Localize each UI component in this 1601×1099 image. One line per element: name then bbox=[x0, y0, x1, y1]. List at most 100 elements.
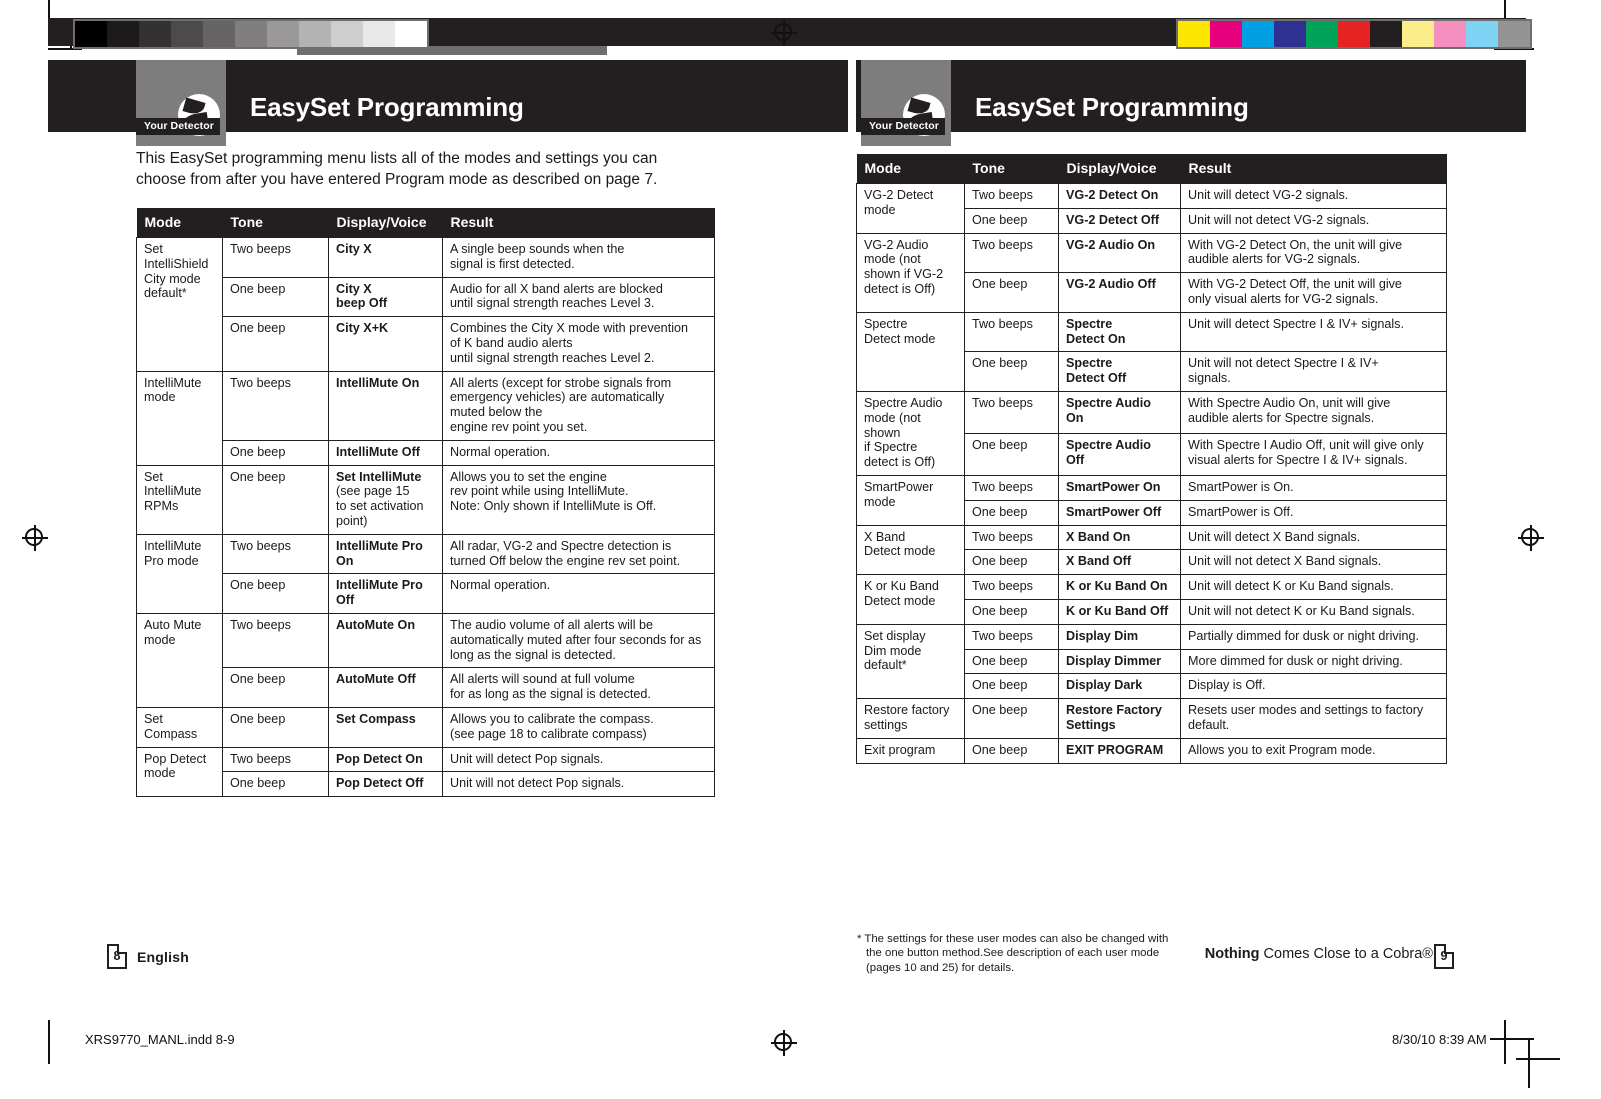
cell-display-voice: SmartPower Off bbox=[1058, 499, 1181, 526]
cell-tone: One beep bbox=[964, 598, 1059, 625]
table-row: VG-2 Detect mode Two beeps VG-2 Detect On Un… bbox=[856, 183, 1447, 234]
table-row: One beep IntelliMute Pro Off Normal operati… bbox=[137, 573, 715, 614]
cell-mode: IntelliMute mode bbox=[136, 370, 223, 466]
cell-mode: Pop Detect mode bbox=[136, 746, 223, 798]
cell-tone: One beep bbox=[222, 439, 329, 466]
cell-result: All alerts (except for strobe signals fr… bbox=[442, 370, 715, 441]
cell-tone: Two beeps bbox=[964, 232, 1059, 274]
cell-result: Unit will not detect Spectre I & IV+ sign… bbox=[1180, 351, 1447, 392]
calibration-swatch bbox=[1466, 21, 1498, 47]
table-row: One beep City X+K Combines the City X mode… bbox=[137, 316, 715, 372]
cell-tone: Two beeps bbox=[964, 183, 1059, 209]
table-row: Restore factory settings One beep Restore F… bbox=[856, 698, 1447, 739]
calibration-swatch bbox=[1402, 21, 1434, 47]
col-header-mode: Mode bbox=[136, 208, 223, 238]
tagline-rest: Comes Close to a Cobra® bbox=[1259, 946, 1433, 962]
registration-target-left bbox=[22, 525, 48, 551]
cell-mode: K or Ku Band Detect mode bbox=[856, 574, 965, 625]
cell-mode: Auto Mute mode bbox=[136, 612, 223, 708]
table-header-left: Mode Tone Display/Voice Result bbox=[136, 208, 715, 238]
cell-result: With Spectre Audio On, unit will give aud… bbox=[1180, 390, 1447, 434]
table-header-right: Mode Tone Display/Voice Result bbox=[856, 154, 1447, 184]
cell-display-voice: Pop Detect On bbox=[328, 746, 443, 773]
cell-display-voice: VG-2 Detect Off bbox=[1058, 207, 1181, 234]
cell-display-voice: IntelliMute Pro Off bbox=[328, 573, 443, 614]
footnote-line-3: (pages 10 and 25) for details. bbox=[866, 961, 1015, 974]
calibration-swatch bbox=[1370, 21, 1402, 47]
table-row: One beep Pop Detect Off Unit will not dete… bbox=[137, 771, 715, 798]
cell-mode: Spectre Audio mode (not shown if Spectre det… bbox=[856, 390, 965, 476]
cell-display-voice: K or Ku Band Off bbox=[1058, 598, 1181, 625]
table-row: Spectre Audio mode (not shown if Spectre det… bbox=[856, 390, 1447, 476]
cell-display-voice: IntelliMute Off bbox=[328, 439, 443, 466]
left-page-intro-paragraph: This EasySet programming menu lists all … bbox=[136, 150, 658, 188]
calibration-swatch bbox=[1338, 21, 1370, 47]
language-label: English bbox=[137, 948, 189, 965]
cell-display-voice: VG-2 Detect On bbox=[1058, 183, 1181, 209]
footnote-line-1: * The settings for these user modes can … bbox=[857, 933, 1169, 945]
cell-tone: Two beeps bbox=[222, 612, 329, 669]
cell-tone: Two beeps bbox=[964, 390, 1059, 434]
table-row: Set display Dim mode default* Two beeps Disp… bbox=[856, 623, 1447, 700]
cell-result: Unit will detect VG-2 signals. bbox=[1180, 183, 1447, 209]
cell-display-voice: X Band Off bbox=[1058, 549, 1181, 576]
cell-result: The audio volume of all alerts will be au… bbox=[442, 612, 715, 669]
calibration-swatch bbox=[1434, 21, 1466, 47]
crop-mark-bottom-left bbox=[48, 1020, 50, 1064]
cell-result: Audio for all X band alerts are blocked u… bbox=[442, 276, 715, 318]
cell-tone: Two beeps bbox=[964, 574, 1059, 600]
cell-tone: Two beeps bbox=[964, 524, 1059, 551]
calibration-swatch bbox=[107, 21, 139, 47]
table-row: One beep AutoMute Off All alerts will soun… bbox=[137, 667, 715, 708]
cell-tone: One beep bbox=[222, 464, 329, 535]
table-row: K or Ku Band Detect mode Two beeps K or Ku … bbox=[856, 574, 1447, 625]
right-page-footer: 9 bbox=[1434, 944, 1454, 969]
cell-tone: One beep bbox=[222, 573, 329, 614]
cell-tone: One beep bbox=[964, 351, 1059, 392]
print-timestamp-slug: 8/30/10 8:39 AM bbox=[1392, 1032, 1487, 1047]
page-number-badge: 8 bbox=[107, 944, 127, 969]
cell-result: SmartPower is On. bbox=[1180, 474, 1447, 501]
cell-mode: IntelliMute Pro mode bbox=[136, 533, 223, 614]
cell-result: More dimmed for dusk or night driving. bbox=[1180, 648, 1447, 675]
cell-display-note: (see page 15 to set activation point) bbox=[336, 484, 424, 528]
cell-display-voice: City X bbox=[328, 237, 443, 278]
cell-tone: One beep bbox=[964, 207, 1059, 234]
left-page-title: EasySet Programming bbox=[250, 92, 524, 122]
cell-mode: Exit program bbox=[856, 737, 965, 764]
table-row: One beep City Xbeep Off Audio for all X ba… bbox=[137, 276, 715, 318]
cell-display-voice: Display Dim bbox=[1058, 623, 1181, 650]
cell-mode: Set Compass bbox=[136, 706, 223, 748]
cell-mode: VG-2 Detect mode bbox=[856, 183, 965, 234]
cell-display-voice: K or Ku Band On bbox=[1058, 574, 1181, 600]
cell-result: Combines the City X mode with prevention… bbox=[442, 316, 715, 372]
cell-tone: One beep bbox=[222, 706, 329, 748]
calibration-swatch bbox=[363, 21, 395, 47]
page-number: 8 bbox=[113, 949, 121, 963]
calibration-swatch bbox=[171, 21, 203, 47]
cell-tone: Two beeps bbox=[964, 623, 1059, 650]
cell-result: With VG-2 Detect On, the unit will give a… bbox=[1180, 232, 1447, 274]
cell-display-voice: Display Dark bbox=[1058, 673, 1181, 700]
cell-result: Unit will detect X Band signals. bbox=[1180, 524, 1447, 551]
col-header-display-voice: Display/Voice bbox=[328, 208, 443, 238]
table-row: IntelliMute mode Two beeps IntelliMute On Al… bbox=[136, 370, 715, 466]
cell-mode: Set IntelliMute RPMs bbox=[136, 464, 223, 535]
cell-tone: One beep bbox=[222, 276, 329, 318]
crop-mark-rule-bottom-right-2 bbox=[1516, 1058, 1560, 1060]
cell-result: Display is Off. bbox=[1180, 673, 1447, 700]
table-row: IntelliMute Pro mode Two beeps IntelliMute … bbox=[136, 533, 715, 614]
cell-result: With Spectre I Audio Off, unit will give… bbox=[1180, 432, 1447, 476]
cell-result: Unit will detect K or Ku Band signals. bbox=[1180, 574, 1447, 600]
calibration-swatch bbox=[1498, 21, 1530, 47]
cell-display-voice: Spectre Audio Off bbox=[1058, 432, 1181, 476]
easyset-table-right: Mode Tone Display/Voice Result VG-2 Dete… bbox=[856, 154, 1447, 764]
crop-mark-rule-bottom-right bbox=[1490, 1038, 1534, 1040]
cell-mode: X Band Detect mode bbox=[856, 524, 965, 576]
table-row: Set IntelliMute RPMs One beep Set IntelliMu… bbox=[136, 464, 715, 535]
cell-result: Unit will detect Spectre I & IV+ signals… bbox=[1180, 311, 1447, 353]
page-number: 9 bbox=[1440, 949, 1448, 963]
cell-mode: VG-2 Audio mode (not shown if VG-2 detect i… bbox=[856, 232, 965, 313]
table-header-row: Mode Tone Display/Voice Result bbox=[856, 154, 1447, 184]
cell-result: Normal operation. bbox=[442, 573, 715, 614]
